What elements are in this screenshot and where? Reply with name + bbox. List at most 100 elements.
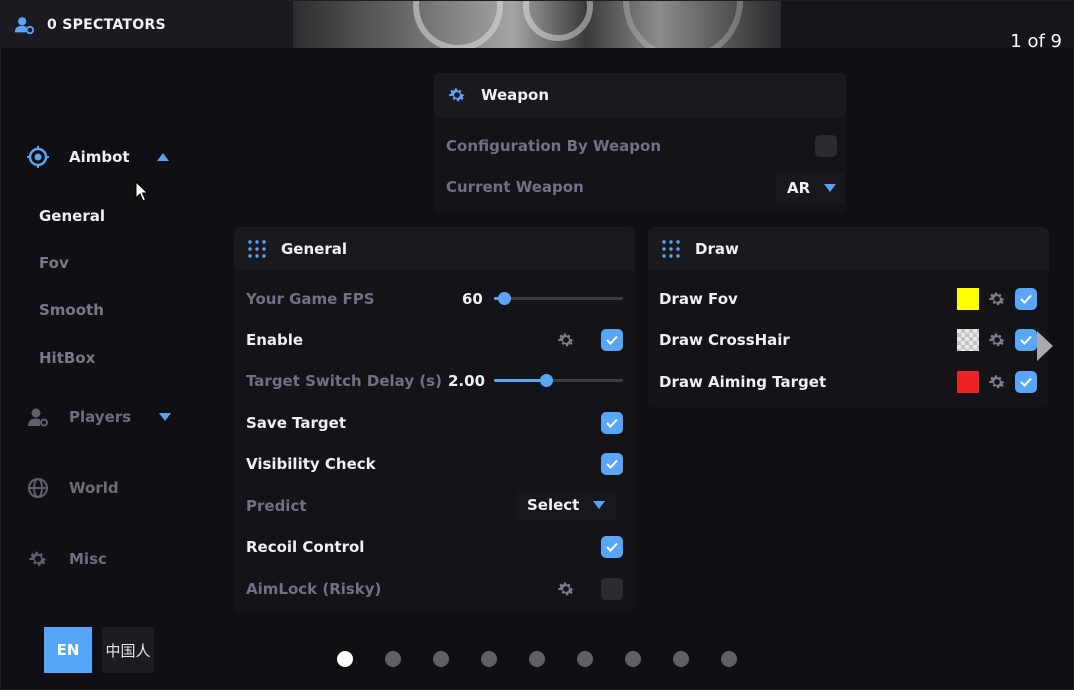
draw-crosshair-checkbox[interactable] bbox=[1015, 328, 1037, 351]
predict-label: Predict bbox=[246, 496, 307, 515]
recoil-control-checkbox[interactable] bbox=[601, 535, 623, 558]
draw-aiming-target-checkbox[interactable] bbox=[1015, 370, 1037, 393]
chevron-up-icon bbox=[156, 153, 169, 161]
fps-value: 60 bbox=[462, 289, 483, 308]
weapon-panel: Weapon Configuration By Weapon Current W… bbox=[434, 73, 846, 213]
draw-crosshair-label: Draw CrossHair bbox=[659, 330, 790, 349]
page-counter: 1 of 9 bbox=[1010, 31, 1062, 52]
language-en-button[interactable]: EN bbox=[44, 627, 92, 673]
weapon-panel-title: Weapon bbox=[481, 86, 550, 104]
checkmark-icon bbox=[1020, 335, 1032, 345]
enable-checkbox[interactable] bbox=[601, 328, 623, 351]
draw-crosshair-settings-gear-icon[interactable] bbox=[987, 330, 1007, 350]
save-target-row: Save Target bbox=[246, 402, 623, 443]
sidebar-subitem-hitbox[interactable]: HitBox bbox=[39, 349, 95, 367]
visibility-check-label: Visibility Check bbox=[246, 454, 376, 473]
save-target-checkbox[interactable] bbox=[601, 411, 623, 434]
sidebar-subitem-general[interactable]: General bbox=[39, 207, 105, 225]
config-by-weapon-row: Configuration By Weapon bbox=[446, 125, 837, 166]
recoil-control-label: Recoil Control bbox=[246, 537, 365, 556]
current-weapon-row: Current Weapon bbox=[446, 166, 834, 207]
sidebar-item-aimbot[interactable]: Aimbot bbox=[27, 146, 169, 168]
draw-panel-title: Draw bbox=[695, 240, 739, 258]
predict-value: Select bbox=[527, 496, 580, 514]
pagination-dot[interactable] bbox=[337, 651, 353, 667]
weapon-panel-header: Weapon bbox=[434, 73, 846, 117]
language-cn-button[interactable]: 中国人 bbox=[102, 627, 154, 673]
spectators-icon bbox=[14, 16, 35, 34]
aimlock-row: AimLock (Risky) bbox=[246, 568, 623, 609]
grid-dots-icon bbox=[248, 240, 266, 258]
pagination-dot[interactable] bbox=[529, 651, 545, 667]
sidebar-item-world[interactable]: World bbox=[27, 477, 119, 499]
sidebar-item-label: Players bbox=[69, 408, 132, 426]
gear-icon bbox=[27, 548, 49, 570]
sidebar-subitem-fov[interactable]: Fov bbox=[39, 254, 69, 272]
mouse-cursor-icon bbox=[135, 181, 149, 202]
draw-crosshair-color-swatch[interactable] bbox=[957, 328, 979, 351]
fps-slider-knob[interactable] bbox=[497, 292, 511, 305]
draw-fov-label: Draw Fov bbox=[659, 289, 738, 308]
checkmark-icon bbox=[1020, 377, 1032, 387]
checkmark-icon bbox=[1020, 294, 1032, 304]
predict-dropdown[interactable]: Select bbox=[517, 490, 616, 520]
checkmark-icon bbox=[606, 459, 618, 469]
current-weapon-dropdown[interactable]: AR bbox=[777, 173, 845, 203]
next-slide-arrow-icon[interactable] bbox=[1037, 331, 1053, 361]
grid-dots-icon bbox=[662, 240, 680, 258]
general-panel-title: General bbox=[281, 240, 347, 258]
draw-crosshair-row: Draw CrossHair bbox=[659, 319, 1037, 360]
pagination-dot[interactable] bbox=[577, 651, 593, 667]
draw-aiming-target-row: Draw Aiming Target bbox=[659, 361, 1037, 402]
draw-aiming-target-settings-gear-icon[interactable] bbox=[987, 372, 1007, 392]
globe-icon bbox=[27, 477, 49, 499]
chevron-down-icon bbox=[824, 184, 837, 192]
draw-aiming-target-label: Draw Aiming Target bbox=[659, 372, 827, 391]
checkmark-icon bbox=[606, 542, 618, 552]
spectators-label: 0 SPECTATORS bbox=[47, 16, 166, 33]
pagination-dot[interactable] bbox=[481, 651, 497, 667]
visibility-check-row: Visibility Check bbox=[246, 443, 623, 484]
banner-image bbox=[293, 1, 781, 48]
sidebar-item-label: Aimbot bbox=[69, 148, 130, 166]
sidebar-subitem-smooth[interactable]: Smooth bbox=[39, 301, 104, 319]
app-frame: 0 SPECTATORS 1 of 9 Aimbot General Fov S… bbox=[0, 0, 1074, 690]
sidebar-item-players[interactable]: Players bbox=[27, 406, 172, 428]
top-bar: 0 SPECTATORS 1 of 9 bbox=[1, 1, 1074, 52]
pagination-dot[interactable] bbox=[433, 651, 449, 667]
enable-row: Enable bbox=[246, 319, 623, 360]
checkmark-icon bbox=[606, 418, 618, 428]
crosshair-icon bbox=[27, 146, 49, 168]
recoil-control-row: Recoil Control bbox=[246, 526, 623, 567]
draw-fov-checkbox[interactable] bbox=[1015, 287, 1037, 310]
gear-icon bbox=[449, 88, 465, 102]
aimlock-label: AimLock (Risky) bbox=[246, 579, 382, 598]
fps-slider[interactable] bbox=[494, 292, 623, 305]
switch-delay-slider-knob[interactable] bbox=[540, 374, 554, 387]
switch-delay-row: Target Switch Delay (s) 2.00 bbox=[246, 360, 623, 401]
pagination-dot[interactable] bbox=[721, 651, 737, 667]
draw-fov-settings-gear-icon[interactable] bbox=[987, 289, 1007, 309]
current-weapon-value: AR bbox=[787, 179, 811, 197]
chevron-down-icon bbox=[159, 413, 172, 421]
pagination-dot[interactable] bbox=[625, 651, 641, 667]
draw-fov-color-swatch[interactable] bbox=[957, 287, 979, 310]
sidebar-item-misc[interactable]: Misc bbox=[27, 548, 107, 570]
save-target-label: Save Target bbox=[246, 413, 346, 432]
draw-panel: Draw Draw Fov Draw CrossHair Draw Aiming… bbox=[648, 227, 1049, 407]
draw-panel-header: Draw bbox=[648, 227, 1049, 271]
aimlock-settings-gear-icon[interactable] bbox=[556, 579, 576, 599]
visibility-check-checkbox[interactable] bbox=[601, 452, 623, 475]
sidebar-item-label: Misc bbox=[69, 550, 107, 568]
pagination-dot[interactable] bbox=[673, 651, 689, 667]
general-panel-header: General bbox=[234, 227, 635, 271]
enable-settings-gear-icon[interactable] bbox=[556, 330, 576, 350]
switch-delay-slider[interactable] bbox=[494, 374, 623, 387]
switch-delay-value: 2.00 bbox=[448, 371, 486, 390]
general-panel: General Your Game FPS 60 Enable Target S… bbox=[234, 227, 635, 613]
pagination-dot[interactable] bbox=[385, 651, 401, 667]
switch-delay-label: Target Switch Delay (s) bbox=[246, 371, 442, 390]
draw-aiming-target-color-swatch[interactable] bbox=[957, 370, 979, 393]
config-by-weapon-checkbox[interactable] bbox=[815, 134, 837, 157]
aimlock-checkbox[interactable] bbox=[601, 577, 623, 600]
